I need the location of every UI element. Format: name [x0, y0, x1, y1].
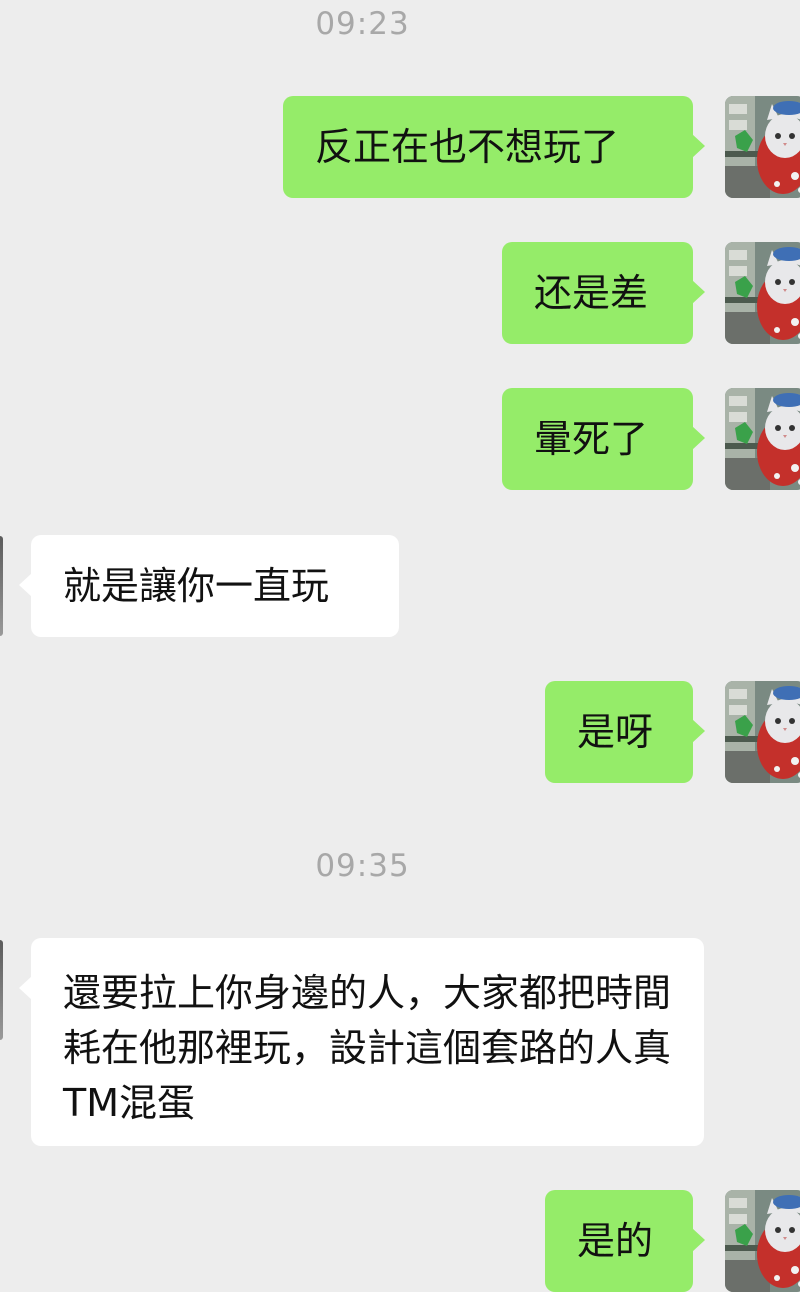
timestamp-label: 09:23: [315, 6, 410, 42]
contact-avatar-icon[interactable]: [0, 536, 3, 636]
message-text: 还是差: [534, 271, 649, 315]
message-text: 是呀: [577, 710, 654, 754]
contact-avatar-icon[interactable]: [0, 940, 3, 1040]
message-text: 反正在也不想玩了: [315, 125, 620, 169]
timestamp-label: 09:35: [315, 848, 410, 884]
message-text: 是的: [577, 1219, 654, 1263]
cat-avatar-icon[interactable]: [725, 681, 800, 783]
cat-avatar-icon[interactable]: [725, 96, 800, 198]
outgoing-message-bubble[interactable]: 是呀: [545, 681, 705, 783]
outgoing-message-bubble[interactable]: 暈死了: [502, 388, 705, 490]
outgoing-message-bubble[interactable]: 还是差: [502, 242, 705, 344]
message-text: 還要拉上你身邊的人，大家都把時間耗在他那裡玩，設計這個套路的人真 TM混蛋: [63, 971, 672, 1125]
outgoing-message-bubble[interactable]: 反正在也不想玩了: [283, 96, 705, 198]
cat-avatar-icon[interactable]: [725, 388, 800, 490]
outgoing-message-bubble[interactable]: 是的: [545, 1190, 705, 1292]
message-text: 暈死了: [534, 417, 649, 461]
cat-avatar-icon[interactable]: [725, 242, 800, 344]
incoming-message-bubble[interactable]: 就是讓你一直玩: [19, 535, 399, 637]
incoming-message-bubble[interactable]: 還要拉上你身邊的人，大家都把時間耗在他那裡玩，設計這個套路的人真 TM混蛋: [19, 938, 704, 1146]
cat-avatar-icon[interactable]: [725, 1190, 800, 1292]
message-text: 就是讓你一直玩: [63, 564, 330, 608]
